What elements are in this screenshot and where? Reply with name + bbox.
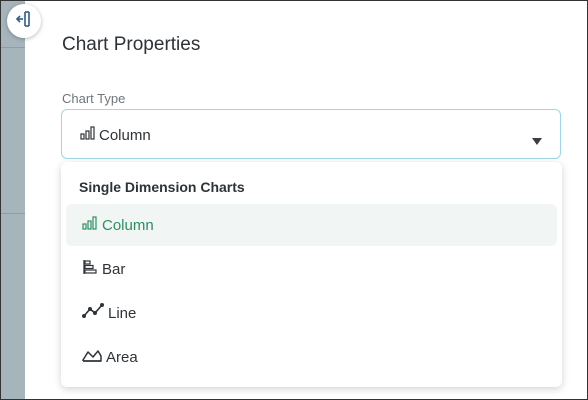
collapse-left-icon	[15, 10, 33, 33]
option-label: Line	[108, 304, 137, 322]
dropdown-group-label: Single Dimension Charts	[79, 179, 245, 195]
line-chart-icon	[82, 303, 108, 323]
chart-type-value-text: Column	[99, 126, 151, 144]
divider	[1, 213, 25, 214]
option-area[interactable]: Area	[66, 336, 557, 378]
column-chart-icon	[80, 126, 99, 144]
option-line[interactable]: Line	[66, 292, 557, 334]
option-label: Area	[106, 348, 138, 366]
option-label: Column	[102, 216, 154, 234]
column-chart-icon	[82, 216, 102, 234]
option-column[interactable]: Column	[66, 204, 557, 246]
option-label: Bar	[102, 260, 126, 278]
app-frame: Chart Properties Chart Type Column Singl…	[0, 0, 588, 400]
area-chart-icon	[82, 347, 106, 367]
option-bar[interactable]: Bar	[66, 248, 557, 290]
caret-down-icon[interactable]	[532, 132, 542, 150]
chart-type-select[interactable]: Column	[61, 109, 561, 159]
chart-type-label: Chart Type	[62, 91, 126, 106]
panel-title: Chart Properties	[62, 34, 201, 55]
background-sidebar	[1, 1, 25, 399]
collapse-panel-button[interactable]	[7, 4, 41, 38]
bar-chart-icon	[82, 259, 102, 279]
chart-type-selected-value: Column	[80, 126, 151, 144]
chart-type-dropdown-menu: Single Dimension Charts Column Bar Line …	[61, 162, 562, 387]
divider	[1, 47, 25, 48]
